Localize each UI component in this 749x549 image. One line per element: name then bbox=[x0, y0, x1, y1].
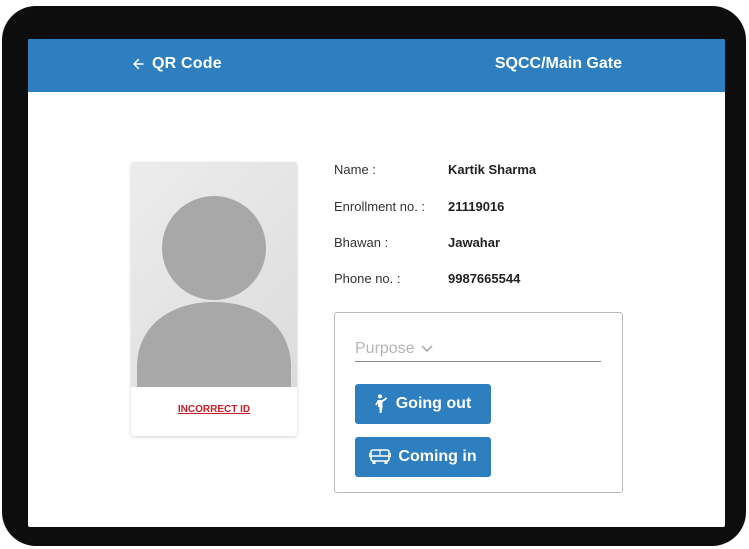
enrollment-label: Enrollment no. : bbox=[334, 199, 426, 214]
coming-in-button[interactable]: Coming in bbox=[355, 437, 491, 477]
going-out-button[interactable]: Going out bbox=[355, 384, 491, 424]
phone-label: Phone no. : bbox=[334, 271, 401, 286]
phone-value: 9987665544 bbox=[448, 271, 521, 286]
gate-location: SQCC/Main Gate bbox=[494, 55, 622, 72]
profile-photo bbox=[131, 162, 297, 387]
name-label: Name : bbox=[334, 162, 376, 177]
app-screen: QR Code SQCC/Main Gate INCORRECT ID Name… bbox=[28, 39, 725, 527]
name-value: Kartik Sharma bbox=[448, 162, 537, 177]
app-bar: QR Code SQCC/Main Gate bbox=[28, 39, 725, 92]
coming-in-label: Coming in bbox=[398, 448, 477, 465]
bhawan-value: Jawahar bbox=[448, 235, 501, 250]
purpose-placeholder: Purpose bbox=[355, 340, 415, 357]
going-out-label: Going out bbox=[395, 395, 472, 412]
tablet-frame: QR Code SQCC/Main Gate INCORRECT ID Name… bbox=[2, 6, 746, 546]
enrollment-value: 21119016 bbox=[448, 199, 505, 214]
person-silhouette-icon bbox=[137, 196, 291, 387]
incorrect-id-link[interactable]: INCORRECT ID bbox=[131, 404, 297, 415]
action-panel: Purpose Going out Coming in bbox=[334, 312, 623, 493]
purpose-select[interactable]: Purpose bbox=[355, 337, 601, 362]
back-button[interactable]: QR Code bbox=[132, 55, 222, 73]
bus-icon bbox=[369, 449, 392, 464]
bhawan-label: Bhawan : bbox=[334, 235, 389, 250]
person-walking-icon bbox=[375, 394, 387, 413]
id-card: INCORRECT ID bbox=[131, 162, 297, 436]
chevron-down-icon bbox=[421, 345, 432, 352]
app-bar-title: QR Code bbox=[152, 55, 222, 72]
arrow-left-icon bbox=[133, 58, 144, 70]
